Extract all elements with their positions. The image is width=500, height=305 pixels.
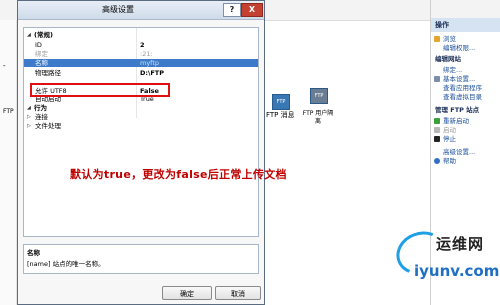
action-browse[interactable]: 浏览 <box>431 35 500 44</box>
property-name: 物理路径 <box>35 69 61 77</box>
actions-header: 操作 <box>431 18 500 32</box>
action-edit-permissions[interactable]: 编辑权限... <box>431 44 500 53</box>
action-stop[interactable]: 停止 <box>431 135 500 144</box>
ftp-messages-feature[interactable]: FTP <box>270 94 292 110</box>
action-advanced-settings[interactable]: 高级设置... <box>431 148 500 157</box>
description-panel: 名称 [name] 站点的唯一名称。 <box>23 244 259 274</box>
ftp-messages-icon: FTP <box>272 94 290 110</box>
property-name: ID <box>35 41 42 49</box>
property-name: 连接 <box>35 113 48 121</box>
manage-ftp-header: 管理 FTP 站点 <box>435 106 480 114</box>
property-value: :21: <box>140 50 153 58</box>
cancel-button[interactable]: 取消 <box>215 286 261 300</box>
restart-icon <box>434 118 440 124</box>
edit-site-header: 编辑网站 <box>435 55 461 63</box>
property-row-physical-path[interactable]: 物理路径 D:\FTP <box>24 69 258 77</box>
description-title: 名称 <box>27 249 40 257</box>
expand-icon: ◢ <box>27 105 31 111</box>
ok-button[interactable]: 确定 <box>162 286 212 300</box>
property-value: D:\FTP <box>140 69 165 77</box>
close-button[interactable]: X <box>241 3 263 17</box>
ftp-user-isolation-feature[interactable]: FTP <box>302 88 336 104</box>
ftp-user-isolation-label: FTP 用户隔离 <box>302 110 334 125</box>
watermark-en: iyunv.com <box>414 262 500 280</box>
action-view-applications[interactable]: 查看应用程序 <box>431 84 500 93</box>
collapse-glyph: - <box>3 62 6 70</box>
annotation-text: 默认为true，更改为false后正常上传文档 <box>70 168 287 181</box>
category-label: 行为 <box>34 104 47 112</box>
browse-icon <box>434 36 440 42</box>
property-name: 文件处理 <box>35 122 61 130</box>
ftp-left-label: FTP <box>3 108 14 115</box>
property-value: 2 <box>140 41 145 49</box>
expand-icon: ◢ <box>27 32 31 38</box>
start-icon <box>434 127 440 133</box>
description-text: [name] 站点的唯一名称。 <box>27 260 105 268</box>
action-basic-settings[interactable]: 基本设置... <box>431 75 500 84</box>
property-row-bindings[interactable]: 绑定 :21: <box>24 50 258 58</box>
category-label: (常规) <box>34 31 53 39</box>
watermark-cn: 运维网 <box>436 235 485 253</box>
dialog-titlebar[interactable]: 高级设置 ? X <box>18 1 264 20</box>
action-restart[interactable]: 重新启动 <box>431 117 500 126</box>
action-start: 启动 <box>431 126 500 135</box>
property-value: myftp <box>140 59 160 67</box>
action-view-virtual-dirs[interactable]: 查看虚拟目录 <box>431 93 500 102</box>
basic-settings-icon <box>434 76 440 82</box>
property-name: 绑定 <box>35 50 48 58</box>
property-grid: ◢ (常规) ID 2 绑定 :21: 名称 myftp 物理路径 D:\FTP… <box>23 27 259 237</box>
utf8-highlight-box <box>30 83 170 97</box>
property-row-name[interactable]: 名称 myftp <box>24 59 258 67</box>
ftp-user-isolation-icon: FTP <box>310 88 328 104</box>
stop-icon <box>434 136 440 142</box>
ftp-messages-label: FTP 消息 <box>266 111 295 119</box>
collapsed-icon: ▷ <box>27 123 31 129</box>
advanced-settings-dialog: 高级设置 ? X ◢ (常规) ID 2 绑定 :21: 名称 myftp 物理… <box>17 0 265 305</box>
property-row-connections[interactable]: ▷ 连接 <box>24 113 258 121</box>
category-behavior[interactable]: ◢ 行为 <box>24 104 258 112</box>
category-general[interactable]: ◢ (常规) <box>24 31 258 39</box>
collapsed-icon: ▷ <box>27 114 31 120</box>
property-row-id[interactable]: ID 2 <box>24 41 258 49</box>
action-bindings[interactable]: 绑定... <box>431 66 500 75</box>
help-button[interactable]: ? <box>223 3 241 17</box>
action-help[interactable]: 帮助 <box>431 157 500 166</box>
property-name: 名称 <box>35 59 48 67</box>
property-row-file-handling[interactable]: ▷ 文件处理 <box>24 122 258 130</box>
dialog-title: 高级设置 <box>102 5 134 14</box>
help-icon <box>434 158 440 164</box>
